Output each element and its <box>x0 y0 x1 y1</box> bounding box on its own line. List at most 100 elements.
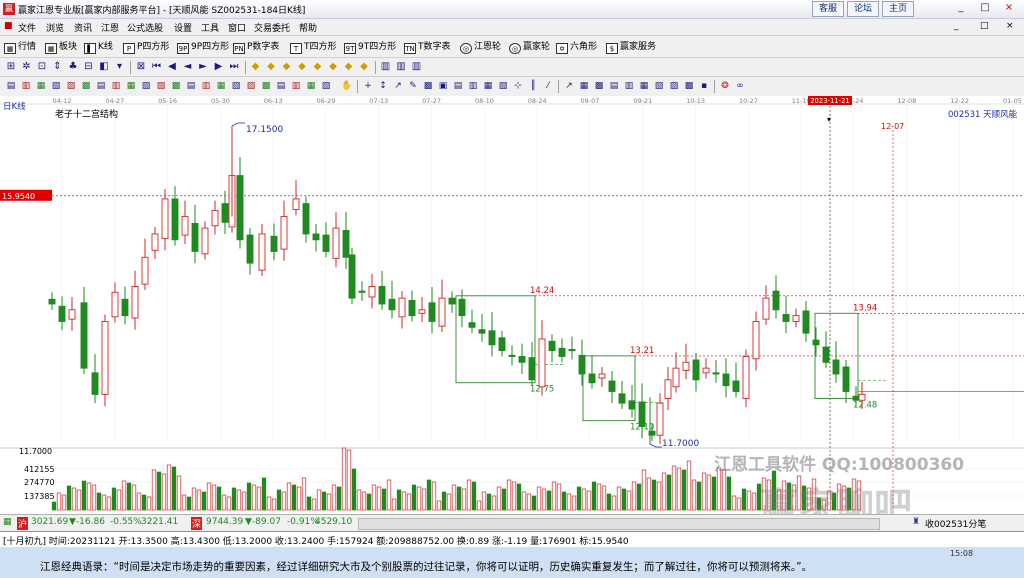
draw-tool-20-icon[interactable]: ▧ <box>652 80 666 93</box>
grid-icon[interactable]: ▦ <box>3 517 12 527</box>
close-icon[interactable]: × <box>998 1 1020 15</box>
draw-tool-0-icon[interactable]: ✋ <box>340 80 354 93</box>
period-tool-icon[interactable]: ▧ <box>229 80 243 93</box>
sub-minimize-icon[interactable]: _ <box>954 21 959 31</box>
kline-tool-22-icon[interactable]: ◆ <box>357 60 371 74</box>
winner-service-tool[interactable]: $ 赢家服务 <box>606 40 656 54</box>
sh-index-value[interactable]: 3021.69 <box>31 517 68 527</box>
sub-close-icon[interactable]: × <box>1006 21 1014 31</box>
sector-tool[interactable]: ▦ 板块 <box>45 40 77 54</box>
kline-tool-2-icon[interactable]: ⊡ <box>35 60 49 74</box>
kline-tool-25-icon[interactable]: ▥ <box>410 60 424 74</box>
kline-tool-21-icon[interactable]: ◆ <box>342 60 356 74</box>
draw-tool-16-icon[interactable]: ▩ <box>592 80 606 93</box>
kline-tool[interactable]: ▌ K线 <box>84 40 113 54</box>
period-tool-icon[interactable]: ▤ <box>94 80 108 93</box>
kline-tool-13-icon[interactable]: ▶ <box>212 60 226 74</box>
9t-square-tool[interactable]: 9T 9T四方形 <box>344 40 396 54</box>
menu-help[interactable]: 帮助 <box>299 21 317 34</box>
kline-tool-10-icon[interactable]: ◀ <box>165 60 179 74</box>
sub-restore-icon[interactable]: □ <box>980 21 989 31</box>
draw-tool-2-icon[interactable]: ↕ <box>376 80 390 93</box>
draw-tool-1-icon[interactable]: + <box>361 80 375 93</box>
period-tool-icon[interactable]: ▨ <box>154 80 168 93</box>
kline-tool-14-icon[interactable]: ⏭ <box>227 60 241 74</box>
period-tool-icon[interactable]: ▨ <box>244 80 258 93</box>
period-tool-icon[interactable]: ▧ <box>49 80 63 93</box>
draw-tool-13-icon[interactable]: ⁄ <box>541 80 555 93</box>
tick-detail-label[interactable]: 收002531分笔 <box>925 517 986 530</box>
menu-settings[interactable]: 设置 <box>174 21 192 34</box>
draw-tool-22-icon[interactable]: ▩ <box>682 80 696 93</box>
maximize-icon[interactable]: □ <box>974 1 996 15</box>
winner-wheel-tool[interactable]: ◎ 赢家轮 <box>509 40 550 54</box>
draw-tool-8-icon[interactable]: ▥ <box>466 80 480 93</box>
period-tool-icon[interactable]: ▩ <box>169 80 183 93</box>
kline-tool-7-icon[interactable]: ▾ <box>113 60 127 74</box>
menu-gann[interactable]: 江恩 <box>101 21 119 34</box>
period-tool-icon[interactable]: ▦ <box>34 80 48 93</box>
period-tool-icon[interactable]: ▧ <box>319 80 333 93</box>
draw-tool-23-icon[interactable]: ▪ <box>697 80 711 93</box>
period-tool-icon[interactable]: ▥ <box>289 80 303 93</box>
draw-tool-24-icon[interactable]: ❂ <box>718 80 732 93</box>
kline-tool-17-icon[interactable]: ◆ <box>280 60 294 74</box>
kline-tool-16-icon[interactable]: ◆ <box>264 60 278 74</box>
period-tool-icon[interactable]: ▥ <box>199 80 213 93</box>
period-tool-icon[interactable]: ▧ <box>139 80 153 93</box>
9p-square-tool[interactable]: 9P 9P四方形 <box>177 40 229 54</box>
kline-tool-20-icon[interactable]: ◆ <box>326 60 340 74</box>
kline-tool-11-icon[interactable]: ◄ <box>181 60 195 74</box>
draw-tool-5-icon[interactable]: ▩ <box>421 80 435 93</box>
draw-tool-15-icon[interactable]: ▦ <box>577 80 591 93</box>
period-tool-icon[interactable]: ▩ <box>259 80 273 93</box>
p-number-table-tool[interactable]: PN P数字表 <box>233 40 279 54</box>
customer-service-button[interactable]: 客服 <box>812 1 844 17</box>
p-square-tool[interactable]: P P四方形 <box>123 40 169 54</box>
period-tool-icon[interactable]: ▥ <box>109 80 123 93</box>
kline-tool-4-icon[interactable]: ♣ <box>66 60 80 74</box>
menu-tools[interactable]: 工具 <box>201 21 219 34</box>
period-tool-icon[interactable]: ▦ <box>214 80 228 93</box>
period-tool-icon[interactable]: ▥ <box>19 80 33 93</box>
kline-tool-15-icon[interactable]: ◆ <box>249 60 263 74</box>
kline-tool-6-icon[interactable]: ◧ <box>97 60 111 74</box>
menu-file[interactable]: 文件 <box>18 21 36 34</box>
period-tool-icon[interactable]: ▤ <box>4 80 18 93</box>
kline-tool-12-icon[interactable]: ► <box>196 60 210 74</box>
period-tool-icon[interactable]: ▤ <box>184 80 198 93</box>
draw-tool-19-icon[interactable]: ▦ <box>637 80 651 93</box>
kline-tool-24-icon[interactable]: ▥ <box>394 60 408 74</box>
period-tool-icon[interactable]: ▨ <box>64 80 78 93</box>
index-scroll-area[interactable] <box>358 518 880 530</box>
draw-tool-25-icon[interactable]: ∞ <box>733 80 747 93</box>
kline-chart[interactable]: 04-12 04-27 05-16 05-30 06-13 06-29 07-13 07-27… <box>0 96 1024 514</box>
sz-index-value[interactable]: 9744.39 <box>206 517 243 527</box>
period-tool-icon[interactable]: ▩ <box>79 80 93 93</box>
minimize-icon[interactable]: _ <box>950 1 972 15</box>
draw-tool-11-icon[interactable]: ⊹ <box>511 80 525 93</box>
period-tool-icon[interactable]: ▤ <box>274 80 288 93</box>
draw-tool-14-icon[interactable]: ↗ <box>562 80 576 93</box>
draw-tool-21-icon[interactable]: ▨ <box>667 80 681 93</box>
menu-window[interactable]: 窗口 <box>228 21 246 34</box>
draw-tool-3-icon[interactable]: ↗ <box>391 80 405 93</box>
t-number-table-tool[interactable]: TN T数字表 <box>404 40 451 54</box>
kline-tool-18-icon[interactable]: ◆ <box>295 60 309 74</box>
quote-tool[interactable]: ▦ 行情 <box>4 40 36 54</box>
menu-info[interactable]: 资讯 <box>74 21 92 34</box>
gann-wheel-tool[interactable]: ◎ 江恩轮 <box>460 40 501 54</box>
draw-tool-6-icon[interactable]: ▣ <box>436 80 450 93</box>
draw-tool-17-icon[interactable]: ▤ <box>607 80 621 93</box>
menu-trade[interactable]: 交易委托 <box>254 21 290 34</box>
menu-browse[interactable]: 浏览 <box>46 21 64 34</box>
draw-tool-10-icon[interactable]: ▧ <box>496 80 510 93</box>
period-tool-icon[interactable]: ▦ <box>124 80 138 93</box>
kline-tool-5-icon[interactable]: ⊟ <box>82 60 96 74</box>
period-tool-icon[interactable]: ▦ <box>304 80 318 93</box>
draw-tool-18-icon[interactable]: ▥ <box>622 80 636 93</box>
draw-tool-9-icon[interactable]: ▦ <box>481 80 495 93</box>
hexagon-tool[interactable]: ✡ 六角形 <box>556 40 597 54</box>
draw-tool-4-icon[interactable]: ✎ <box>406 80 420 93</box>
kline-tool-23-icon[interactable]: ▥ <box>379 60 393 74</box>
